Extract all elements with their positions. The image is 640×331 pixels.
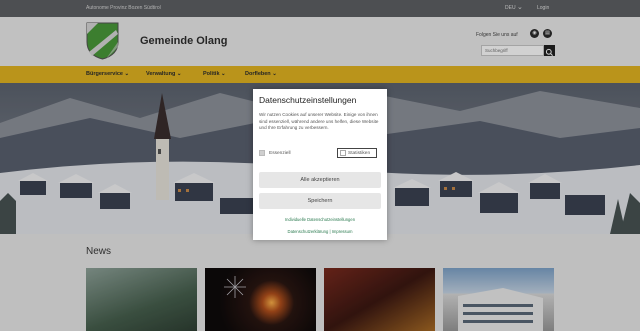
imprint-link[interactable]: Impressum xyxy=(332,229,353,234)
save-button[interactable]: Speichern xyxy=(259,193,381,209)
statistics-checkbox[interactable] xyxy=(340,150,346,156)
dialog-description: Wir nutzen Cookies auf unserer Website. … xyxy=(259,112,379,131)
essential-label: Essenziell xyxy=(269,151,291,156)
legal-links: Datenschutzerklärung | Impressum xyxy=(253,229,387,234)
statistics-label[interactable]: Statistiken xyxy=(348,151,370,156)
accept-all-button[interactable]: Alle akzeptieren xyxy=(259,172,381,188)
link-separator: | xyxy=(329,229,331,234)
essential-checkbox[interactable] xyxy=(259,150,265,156)
privacy-policy-link[interactable]: Datenschutzerklärung xyxy=(288,229,329,234)
cookie-consent-dialog: Datenschutzeinstellungen Wir nutzen Cook… xyxy=(253,89,387,240)
individual-settings-link[interactable]: Individuelle Datenschutzeinstellungen xyxy=(253,217,387,222)
dialog-title: Datenschutzeinstellungen xyxy=(259,95,357,105)
